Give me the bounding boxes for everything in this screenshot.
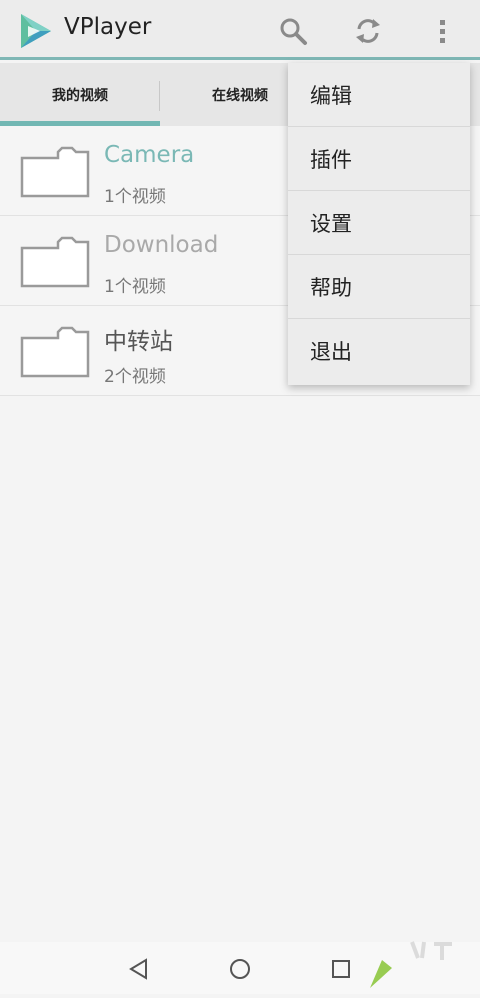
home-button[interactable] xyxy=(225,954,255,984)
tab-label: 我的视频 xyxy=(52,87,108,104)
folder-count: 2个视频 xyxy=(104,367,166,387)
menu-item-edit[interactable]: 编辑 xyxy=(288,63,470,127)
refresh-icon xyxy=(356,19,380,43)
back-button[interactable] xyxy=(124,954,154,984)
app-bar: VPlayer xyxy=(0,0,480,60)
more-options-button[interactable] xyxy=(425,14,459,48)
tab-my-videos[interactable]: 我的视频 xyxy=(0,63,160,126)
app-title: VPlayer xyxy=(64,14,152,40)
folder-count: 1个视频 xyxy=(104,187,166,207)
menu-item-help[interactable]: 帮助 xyxy=(288,255,470,319)
folder-icon xyxy=(20,236,90,288)
folder-name: 中转站 xyxy=(104,329,173,355)
vplayer-logo-icon xyxy=(21,14,51,48)
search-icon xyxy=(280,18,307,45)
menu-item-exit[interactable]: 退出 xyxy=(288,319,470,383)
folder-count: 1个视频 xyxy=(104,277,166,297)
search-button[interactable] xyxy=(276,14,310,48)
folder-icon xyxy=(20,146,90,198)
more-vert-icon xyxy=(440,20,445,43)
recents-button[interactable] xyxy=(326,954,356,984)
recents-square-icon xyxy=(332,960,350,978)
site-watermark xyxy=(362,938,480,994)
overflow-menu: 编辑 插件 设置 帮助 退出 xyxy=(288,63,470,385)
watermark-logo-icon xyxy=(370,941,452,988)
home-circle-icon xyxy=(230,959,250,979)
folder-name: Camera xyxy=(104,142,195,168)
folder-name: Download xyxy=(104,232,219,258)
menu-item-plugins[interactable]: 插件 xyxy=(288,127,470,191)
folder-icon xyxy=(20,326,90,378)
menu-item-settings[interactable]: 设置 xyxy=(288,191,470,255)
refresh-button[interactable] xyxy=(351,14,385,48)
tab-label: 在线视频 xyxy=(212,87,268,104)
back-triangle-icon xyxy=(129,958,147,980)
